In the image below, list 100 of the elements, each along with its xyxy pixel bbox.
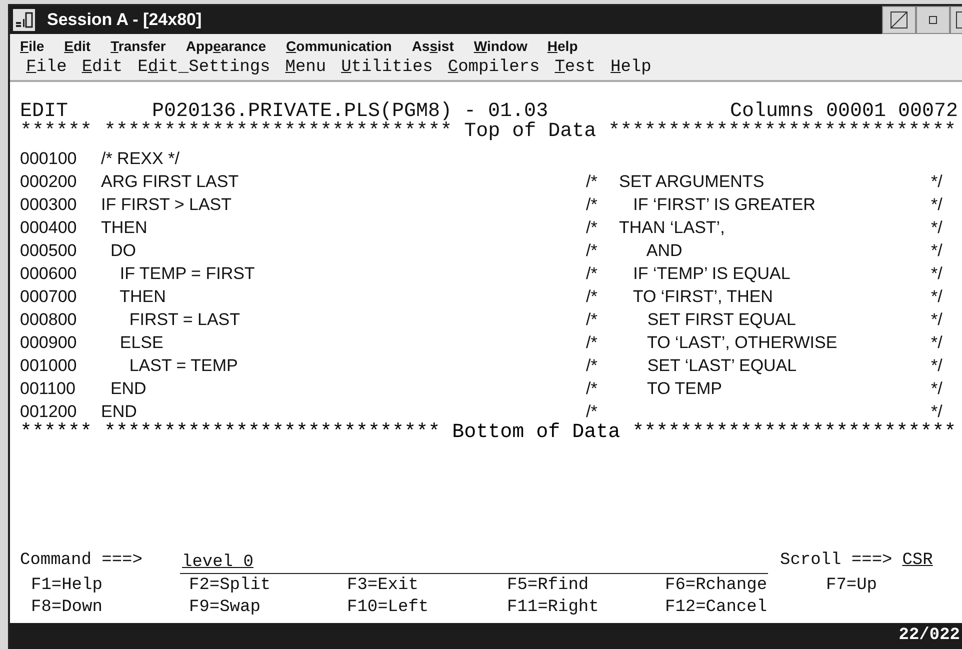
comment-start: /*	[586, 240, 598, 262]
line-number: 001200	[20, 401, 78, 422]
code-text: LAST = TEMP	[128, 355, 239, 377]
code-text: THEN	[118, 286, 167, 308]
line-number: 000100	[20, 148, 78, 170]
comment-end: */	[931, 309, 942, 331]
comment-text: TO TEMP	[646, 378, 723, 400]
comment-start: /*	[586, 171, 598, 193]
comment-text: SET FIRST EQUAL	[646, 309, 797, 331]
action-bar-item[interactable]: Edit_Settings	[138, 58, 270, 78]
line-number: 001000	[20, 355, 78, 377]
comment-start: /*	[586, 378, 598, 400]
window-menubar-entry[interactable]: File	[20, 36, 44, 56]
comment-end: */	[931, 286, 942, 308]
function-key[interactable]: F5=Rfind	[507, 576, 589, 594]
function-key[interactable]: F3=Exit	[347, 576, 418, 594]
action-bar-item[interactable]: Menu	[285, 58, 326, 78]
line-number: 000600	[20, 263, 78, 285]
line-number: 000300	[20, 194, 78, 216]
line-number: 000400	[20, 217, 78, 239]
function-key[interactable]: F10=Left	[347, 598, 429, 616]
action-bar-item[interactable]: File	[26, 58, 67, 78]
command-field[interactable]: level 0	[180, 552, 768, 574]
comment-end: */	[931, 332, 942, 354]
function-key[interactable]: F12=Cancel	[665, 598, 768, 616]
comment-start: /*	[586, 355, 598, 377]
comment-start: /*	[586, 263, 598, 285]
comment-start: /*	[586, 194, 598, 216]
maximize-icon	[956, 11, 962, 29]
comment-text: TO ‘FIRST’, THEN	[632, 286, 774, 308]
code-text: ELSE	[118, 332, 164, 354]
top-of-data-marker: ****** ***************************** Top of Data *****************************	[20, 122, 956, 141]
comment-end: */	[931, 217, 942, 239]
comment-start: /*	[586, 286, 598, 308]
dataset-name: P020136.PRIVATE.PLS(PGM8) - 01.03	[152, 102, 548, 121]
line-number: 001100	[20, 378, 76, 400]
maximize-button[interactable]	[950, 6, 962, 34]
comment-text: SET ARGUMENTS	[619, 171, 766, 193]
comment-text: IF ‘FIRST’ IS GREATER	[632, 194, 816, 216]
function-key[interactable]: F1=Help	[31, 576, 102, 594]
minimize-icon	[929, 16, 937, 24]
action-bar-item[interactable]: Help	[610, 58, 652, 78]
function-key[interactable]: F8=Down	[31, 598, 102, 616]
code-text: END	[101, 401, 138, 422]
function-key[interactable]: F9=Swap	[189, 598, 260, 616]
function-key[interactable]: F7=Up	[826, 576, 878, 594]
cursor-position: 22/022	[898, 625, 960, 648]
code-text: THEN	[101, 217, 148, 239]
function-key[interactable]: F6=Rchange	[665, 576, 768, 594]
resize-button[interactable]	[882, 6, 916, 34]
window-menubar-entry[interactable]: Assist	[412, 36, 454, 56]
comment-end: */	[931, 171, 942, 193]
window-menubar-entry[interactable]: Help	[547, 36, 578, 56]
comment-text: THAN ‘LAST’,	[619, 217, 726, 239]
code-text: IF TEMP = FIRST	[118, 263, 256, 285]
window-menubar-entry[interactable]: Appearance	[186, 36, 266, 56]
bottom-of-data-marker: ****** **************************** Bottom of Data ***************************	[19, 423, 956, 442]
window-menubar-entry[interactable]: Edit	[64, 36, 91, 56]
window-menubar-entry[interactable]: Communication	[286, 36, 392, 56]
code-text: FIRST = LAST	[128, 309, 242, 331]
comment-text: IF ‘TEMP’ IS EQUAL	[632, 263, 792, 285]
scroll-label: Scroll ===>	[780, 550, 892, 572]
comment-text: TO ‘LAST’, OTHERWISE	[646, 332, 838, 354]
comment-end: */	[931, 378, 942, 400]
line-number: 000900	[20, 332, 78, 354]
action-bar-item[interactable]: Edit	[82, 58, 123, 78]
line-number: 000500	[20, 240, 78, 262]
comment-start: /*	[586, 309, 598, 331]
line-number: 000700	[20, 286, 78, 308]
comment-end: */	[931, 263, 942, 285]
comment-end: */	[931, 355, 942, 377]
comment-start: /*	[586, 401, 598, 423]
action-bar-item[interactable]: Compilers	[448, 58, 540, 78]
comment-end: */	[931, 240, 942, 262]
action-bar-item[interactable]: Test	[554, 58, 596, 78]
comment-text: SET ‘LAST’ EQUAL	[646, 355, 798, 377]
window-title: Session A - [24x80]	[47, 9, 202, 32]
terminal-icon[interactable]	[13, 9, 35, 31]
code-text: DO	[109, 240, 137, 262]
function-key[interactable]: F2=Split	[189, 576, 271, 594]
window-menubar-entry[interactable]: Transfer	[110, 36, 166, 56]
command-label: Command ===>	[20, 550, 144, 572]
action-bar-item[interactable]: Utilities	[341, 58, 433, 78]
scroll-amount[interactable]: CSR	[902, 548, 933, 574]
comment-end: */	[931, 194, 942, 216]
line-number: 000800	[20, 309, 78, 331]
code-text: END	[109, 378, 148, 400]
slashed-square-icon	[890, 11, 908, 29]
function-key[interactable]: F11=Right	[507, 598, 599, 616]
mode-label: EDIT	[20, 102, 68, 121]
comment-text: AND	[645, 240, 684, 262]
comment-end: */	[931, 401, 942, 422]
window-menubar-entry[interactable]: Window	[474, 36, 528, 56]
code-text: IF FIRST > LAST	[101, 194, 233, 216]
code-text: /* REXX */	[101, 148, 180, 170]
minimize-button[interactable]	[916, 6, 950, 34]
line-number: 000200	[20, 171, 78, 193]
code-text: ARG FIRST LAST	[101, 171, 240, 193]
comment-start: /*	[586, 332, 598, 354]
columns-range: Columns 00001 00072	[730, 102, 958, 121]
